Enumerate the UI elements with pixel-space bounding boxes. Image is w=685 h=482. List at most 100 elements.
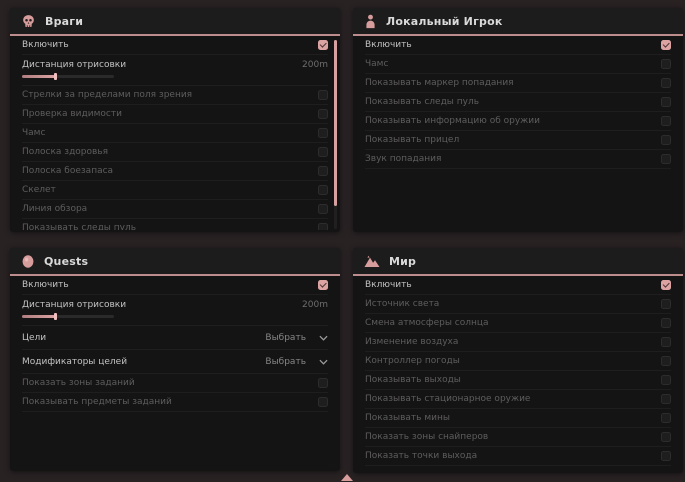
dropdown-value: Выбрать <box>265 333 306 343</box>
checkbox[interactable] <box>318 40 328 50</box>
slider-fill <box>22 315 55 318</box>
checkbox[interactable] <box>661 59 671 69</box>
checkbox[interactable] <box>318 280 328 290</box>
goal-modifiers-dropdown[interactable]: Выбрать <box>265 357 328 367</box>
setting-row: Цели Выбрать <box>22 326 328 350</box>
setting-row: Линия обзора <box>22 200 328 219</box>
checkbox[interactable] <box>318 185 328 195</box>
checkbox[interactable] <box>661 337 671 347</box>
panel-local-player-body: Включить Чамс Показывать маркер попадани… <box>353 36 683 230</box>
setting-label: Линия обзора <box>22 204 87 214</box>
chevron-down-icon <box>319 359 328 365</box>
setting-label: Показывать стационарное оружие <box>365 394 530 404</box>
setting-row: Стрелки за пределами поля зрения <box>22 86 328 105</box>
setting-row: Включить <box>22 36 328 55</box>
setting-row: Показывать информацию об оружии <box>365 112 671 131</box>
setting-row: Показать точки выхода <box>365 447 671 466</box>
checkbox[interactable] <box>661 318 671 328</box>
setting-label: Стрелки за пределами поля зрения <box>22 90 192 100</box>
setting-row: Смена атмосферы солнца <box>365 314 671 333</box>
quest-icon <box>21 254 35 269</box>
checkbox[interactable] <box>661 135 671 145</box>
panel-title: Quests <box>44 255 88 268</box>
checkbox[interactable] <box>661 394 671 404</box>
setting-row: Проверка видимости <box>22 105 328 124</box>
setting-row: Чамс <box>365 55 671 74</box>
setting-label: Включить <box>365 40 412 50</box>
setting-row: Показывать прицел <box>365 131 671 150</box>
setting-label: Чамс <box>22 128 45 138</box>
panel-world-header[interactable]: Мир <box>353 248 683 276</box>
checkbox[interactable] <box>661 280 671 290</box>
panel-enemies-header[interactable]: Враги <box>10 8 340 36</box>
dropdown-value: Выбрать <box>265 357 306 367</box>
setting-label: Модификаторы целей <box>22 357 127 367</box>
setting-row: Показывать выходы <box>365 371 671 390</box>
setting-label: Включить <box>22 40 69 50</box>
checkbox[interactable] <box>661 451 671 461</box>
panel-quests-header[interactable]: Quests <box>10 248 340 276</box>
setting-label: Полоска боезапаса <box>22 166 113 176</box>
checkbox[interactable] <box>661 299 671 309</box>
distance-slider[interactable] <box>22 315 114 318</box>
setting-label: Показывать информацию об оружии <box>365 116 540 126</box>
setting-row: Показать зоны снайперов <box>365 428 671 447</box>
panel-world-body: Включить Источник света Смена атмосферы … <box>353 276 683 471</box>
setting-row: Полоска боезапаса <box>22 162 328 181</box>
checkbox[interactable] <box>661 356 671 366</box>
setting-row: Модификаторы целей Выбрать <box>22 350 328 374</box>
slider-setting: Дистанция отрисовки 200m <box>22 295 328 326</box>
checkbox[interactable] <box>318 109 328 119</box>
panel-enemies-body: Включить Дистанция отрисовки 200m Стрелк… <box>10 36 340 230</box>
checkbox[interactable] <box>318 204 328 214</box>
checkbox[interactable] <box>661 97 671 107</box>
setting-row: Источник света <box>365 295 671 314</box>
slider-handle[interactable] <box>54 73 57 80</box>
setting-label: Показывать выходы <box>365 375 461 385</box>
checkbox[interactable] <box>661 154 671 164</box>
setting-label: Смена атмосферы солнца <box>365 318 489 328</box>
checkbox[interactable] <box>318 166 328 176</box>
setting-row: Полоска здоровья <box>22 143 328 162</box>
panel-local-player: Локальный Игрок Включить Чамс Показывать… <box>353 8 683 232</box>
slider-fill <box>22 75 55 78</box>
setting-label: Показывать мины <box>365 413 450 423</box>
setting-row: Включить <box>22 276 328 295</box>
panel-local-player-header[interactable]: Локальный Игрок <box>353 8 683 36</box>
setting-label: Цели <box>22 333 46 343</box>
checkbox[interactable] <box>318 378 328 388</box>
cursor-triangle <box>341 474 353 481</box>
checkbox[interactable] <box>318 223 328 230</box>
checkbox[interactable] <box>661 116 671 126</box>
setting-row: Показывать следы пуль <box>22 219 328 230</box>
panel-world: Мир Включить Источник света Смена атмосф… <box>353 248 683 473</box>
panel-quests-body: Включить Дистанция отрисовки 200m Цели В… <box>10 276 340 469</box>
setting-label: Показать зоны заданий <box>22 378 135 388</box>
goals-dropdown[interactable]: Выбрать <box>265 333 328 343</box>
scrollbar-thumb[interactable] <box>334 40 337 206</box>
checkbox[interactable] <box>661 413 671 423</box>
panel-title: Мир <box>389 255 416 268</box>
scrollbar[interactable] <box>334 40 337 229</box>
setting-row: Включить <box>365 36 671 55</box>
checkbox[interactable] <box>661 78 671 88</box>
checkbox[interactable] <box>318 397 328 407</box>
setting-row: Звук попадания <box>365 150 671 169</box>
setting-row: Включить <box>365 276 671 295</box>
setting-label: Дистанция отрисовки <box>22 60 126 70</box>
setting-label: Показывать маркер попадания <box>365 78 514 88</box>
chevron-down-icon <box>319 335 328 341</box>
distance-slider[interactable] <box>22 75 114 78</box>
panel-enemies: Враги Включить Дистанция отрисовки 200m … <box>10 8 340 232</box>
setting-row: Показывать мины <box>365 409 671 428</box>
checkbox[interactable] <box>318 147 328 157</box>
setting-label: Показывать предметы заданий <box>22 397 172 407</box>
checkbox[interactable] <box>661 432 671 442</box>
checkbox[interactable] <box>661 40 671 50</box>
checkbox[interactable] <box>661 375 671 385</box>
setting-row: Изменение воздуха <box>365 333 671 352</box>
slider-handle[interactable] <box>54 313 57 320</box>
checkbox[interactable] <box>318 128 328 138</box>
setting-label: Включить <box>365 280 412 290</box>
checkbox[interactable] <box>318 90 328 100</box>
